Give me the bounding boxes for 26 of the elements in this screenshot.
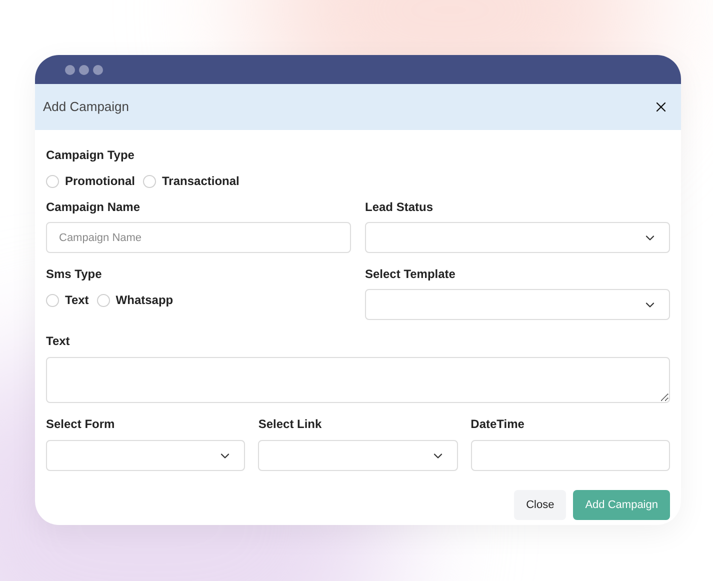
select-field[interactable] (258, 440, 458, 471)
field-label: DateTime (470, 417, 526, 432)
radio-button[interactable] (46, 294, 59, 306)
dialog-title: Add Campaign (43, 98, 129, 116)
text-area[interactable] (46, 357, 670, 403)
field-label: Campaign Type (46, 148, 136, 163)
select-field[interactable] (365, 222, 670, 253)
radio-label: Promotional (65, 173, 136, 190)
radio-label: Whatsapp (116, 292, 174, 309)
field-label: Text (46, 334, 71, 349)
datetime-field[interactable] (470, 440, 670, 471)
radio-button[interactable] (143, 174, 156, 188)
radio-button[interactable] (96, 294, 110, 306)
radio-button[interactable] (46, 174, 59, 188)
field-label: Lead Status (365, 200, 434, 215)
field-label: Campaign Name (46, 200, 142, 215)
radio-label: Transactional (162, 173, 240, 190)
radio-label: Text (65, 292, 89, 309)
campaign-name-field[interactable]: Campaign Name (46, 222, 351, 253)
field-label: Sms Type (46, 267, 103, 282)
select-field[interactable] (46, 440, 246, 471)
field-label: Select Link (258, 417, 323, 432)
field-label: Select Template (365, 267, 456, 282)
field-label: Select Form (46, 417, 116, 432)
close-button[interactable]: Close (514, 490, 566, 520)
select-field[interactable] (365, 289, 670, 320)
